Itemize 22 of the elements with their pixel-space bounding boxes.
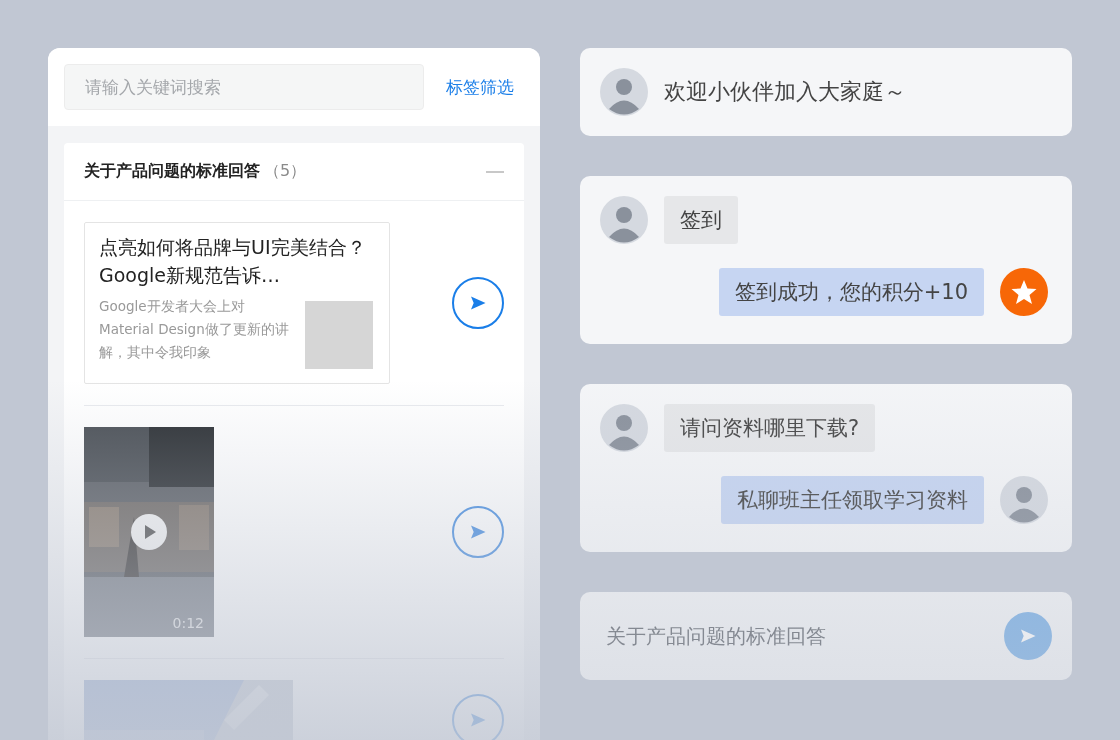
- play-button[interactable]: [131, 514, 167, 550]
- send-button[interactable]: [452, 506, 504, 558]
- chat-bubble: 签到成功，您的积分+10: [718, 268, 984, 316]
- avatar-icon: [600, 404, 648, 452]
- search-field[interactable]: 请输入关键词搜索: [64, 64, 424, 110]
- send-button[interactable]: [452, 277, 504, 329]
- filter-link[interactable]: 标签筛选: [446, 75, 514, 99]
- avatar-icon: [600, 196, 648, 244]
- chat-bubble: 私聊班主任领取学习资料: [721, 476, 984, 524]
- avatar-icon: [1000, 476, 1048, 524]
- welcome-text: 欢迎小伙伴加入大家庭～: [664, 78, 906, 106]
- article-card[interactable]: 点亮如何将品牌与UI完美结合？Google新规范告诉… Google开发者大会上对Material Design做了更新的讲解，其中令我印象: [84, 222, 390, 384]
- article-title: 点亮如何将品牌与UI完美结合？Google新规范告诉…: [99, 235, 367, 288]
- send-button[interactable]: [1004, 612, 1052, 660]
- avatar-icon: [600, 68, 648, 116]
- chat-bubble: 签到: [664, 196, 738, 244]
- article-summary: Google开发者大会上对Material Design做了更新的讲解，其中令我印象: [99, 297, 290, 362]
- message-input[interactable]: 关于产品问题的标准回答: [604, 623, 988, 649]
- group-count: （5）: [264, 161, 307, 182]
- group-title: 关于产品问题的标准回答: [84, 161, 260, 182]
- chat-bubble: 请问资料哪里下载?: [664, 404, 876, 452]
- thumbnail-placeholder: [305, 301, 373, 369]
